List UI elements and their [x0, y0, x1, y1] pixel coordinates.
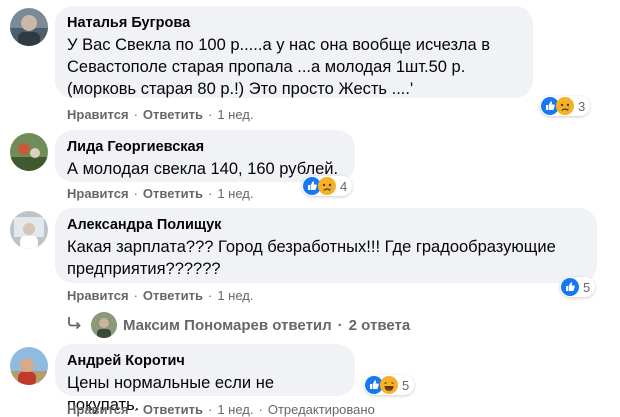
separator-dot: ·: [207, 288, 213, 303]
comment-time[interactable]: 1 нед.: [217, 186, 253, 201]
separator-dot: ·: [133, 402, 138, 417]
avatar[interactable]: [10, 133, 48, 171]
haha-icon: [380, 376, 398, 394]
avatar[interactable]: [10, 211, 48, 249]
comment-bubble: Наталья Бугрова У Вас Свекла по 100 р...…: [55, 6, 533, 98]
replies-count: 2 ответа: [348, 316, 411, 334]
reply-arrow-icon: [67, 316, 83, 334]
comment-bubble: Андрей Коротич Цены нормальные если не п…: [55, 344, 355, 414]
separator-dot: ·: [207, 402, 213, 417]
separator-dot: ·: [133, 186, 138, 201]
comment-author[interactable]: Лида Георгиевская: [67, 138, 343, 156]
avatar[interactable]: [10, 347, 48, 385]
reply-link[interactable]: Ответить: [143, 186, 203, 201]
reply-link[interactable]: Ответить: [143, 402, 203, 417]
separator-dot: ·: [207, 107, 213, 122]
edited-label[interactable]: Отредактировано: [268, 402, 375, 417]
reply-link[interactable]: Ответить: [143, 288, 203, 303]
like-link[interactable]: Нравится: [67, 107, 129, 122]
comment-actions: Нравится · Ответить · 1 нед. · Отредакти…: [67, 402, 375, 417]
reaction-summary[interactable]: 5: [560, 277, 596, 297]
comment-actions: Нравится · Ответить · 1 нед.: [67, 186, 254, 201]
separator-dot: ·: [133, 288, 138, 303]
sad-icon: [318, 177, 336, 195]
comment-time[interactable]: 1 нед.: [217, 402, 253, 417]
reaction-count: 4: [340, 178, 348, 194]
like-link[interactable]: Нравится: [67, 402, 129, 417]
comment-text: Какая зарплата??? Город безработных!!! Г…: [67, 238, 556, 278]
comment-actions: Нравится · Ответить · 1 нед.: [67, 288, 254, 303]
avatar[interactable]: [10, 8, 48, 46]
reaction-count: 3: [578, 98, 586, 114]
like-icon: [561, 278, 579, 296]
reaction-count: 5: [583, 279, 591, 295]
separator-dot: ·: [133, 107, 138, 122]
comment-time[interactable]: 1 нед.: [217, 288, 253, 303]
comment-author[interactable]: Александра Полищук: [67, 216, 585, 234]
reaction-summary[interactable]: 3: [540, 96, 591, 116]
reply-link[interactable]: Ответить: [143, 107, 203, 122]
comment-time[interactable]: 1 нед.: [217, 107, 253, 122]
separator-dot: ·: [258, 402, 263, 417]
sad-icon: [556, 97, 574, 115]
comment-author[interactable]: Наталья Бугрова: [67, 14, 521, 32]
reaction-count: 5: [402, 377, 410, 393]
separator-dot: ·: [337, 316, 343, 334]
comment-bubble: Лида Георгиевская А молодая свекла 140, …: [55, 130, 355, 182]
replies-author-text: Максим Пономарев ответил: [123, 316, 332, 334]
comment-text: У Вас Свекла по 100 р.....а у нас она во…: [67, 36, 490, 98]
separator-dot: ·: [207, 186, 213, 201]
comment-bubble: Александра Полищук Какая зарплата??? Гор…: [55, 208, 597, 283]
reaction-summary[interactable]: 5: [364, 375, 415, 395]
comment-actions: Нравится · Ответить · 1 нед.: [67, 107, 254, 122]
comment-author[interactable]: Андрей Коротич: [67, 352, 343, 370]
view-replies-link[interactable]: Максим Пономарев ответил · 2 ответа: [67, 312, 410, 338]
like-link[interactable]: Нравится: [67, 186, 129, 201]
reaction-summary[interactable]: 4: [302, 176, 353, 196]
comment-text: А молодая свекла 140, 160 рублей.: [67, 160, 339, 178]
avatar: [91, 312, 117, 338]
like-link[interactable]: Нравится: [67, 288, 129, 303]
